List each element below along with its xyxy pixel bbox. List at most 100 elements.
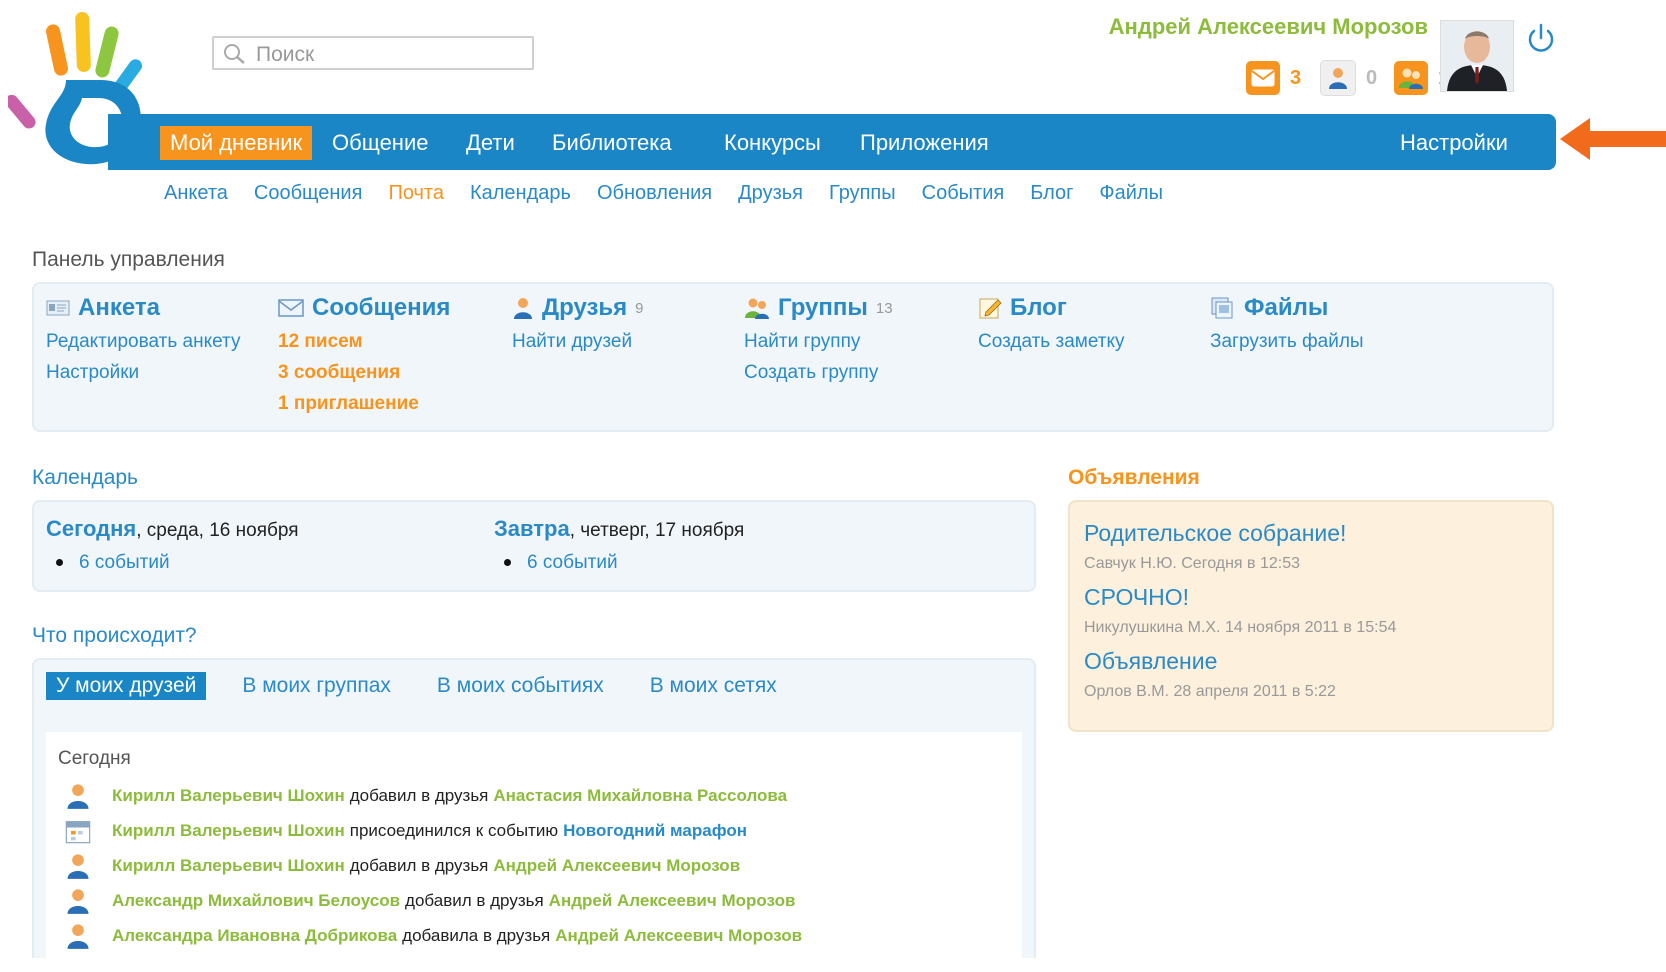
- cp-blog-column: Блог Создать заметку: [978, 294, 1125, 353]
- messages-counter[interactable]: 3: [1246, 61, 1302, 95]
- nav-my-diary[interactable]: Мой дневник: [160, 126, 313, 160]
- subnav-messages[interactable]: Сообщения: [254, 182, 363, 212]
- nav-library[interactable]: Библиотека: [542, 126, 682, 160]
- feed-action: добавила в друзья: [402, 926, 551, 945]
- subnav-mail[interactable]: Почта: [388, 182, 444, 212]
- feed-user-link[interactable]: Александра Ивановна Добрикова: [112, 926, 397, 946]
- cp-messages-heading[interactable]: Сообщения: [278, 294, 450, 322]
- feed-action: добавил в друзья: [349, 856, 489, 875]
- group-icon: [1394, 61, 1428, 95]
- envelope-icon: [278, 299, 304, 317]
- subnav-updates[interactable]: Обновления: [597, 182, 712, 212]
- feed-row: Кирилл Валерьевич Шохин присоединился к с…: [64, 817, 747, 845]
- invitations-count-link[interactable]: 1 приглашение: [278, 393, 450, 415]
- mail-icon: [1246, 61, 1280, 95]
- feed-user-link[interactable]: Кирилл Валерьевич Шохин: [112, 856, 345, 876]
- person-icon: [67, 924, 89, 949]
- nav-contests[interactable]: Конкурсы: [714, 126, 831, 160]
- feed-target-link[interactable]: Андрей Алексеевич Морозов: [555, 926, 802, 946]
- subnav-blog[interactable]: Блог: [1030, 182, 1073, 212]
- subnav-groups[interactable]: Группы: [829, 182, 896, 212]
- announcement-title-link[interactable]: Родительское собрание!: [1084, 520, 1346, 547]
- announcements-panel: Родительское собрание! Савчук Н.Ю. Сегод…: [1068, 500, 1554, 732]
- search-input[interactable]: [254, 42, 528, 68]
- announcement-title-link[interactable]: Объявление: [1084, 648, 1336, 675]
- feed-target-link[interactable]: Новогодний марафон: [563, 821, 747, 841]
- announcements-title: Объявления: [1068, 466, 1200, 489]
- feed-action: добавил в друзья: [405, 891, 544, 910]
- profile-settings-link[interactable]: Настройки: [46, 362, 240, 384]
- calendar-title[interactable]: Календарь: [32, 466, 138, 490]
- people-group-icon: [745, 298, 769, 319]
- nav-settings[interactable]: Настройки: [1390, 126, 1518, 160]
- cp-profile-heading[interactable]: Анкета: [46, 294, 240, 322]
- feed-target-link[interactable]: Анастасия Михайловна Рассолова: [493, 786, 787, 806]
- activity-feed-title: Что происходит?: [32, 624, 197, 647]
- cp-friends-column: Друзья 9 Найти друзей: [512, 294, 644, 353]
- today-link[interactable]: Сегодня: [46, 516, 136, 541]
- feed-tabs: У моих друзей В моих группах В моих собы…: [46, 672, 787, 700]
- person-icon: [514, 298, 532, 319]
- cp-blog-heading[interactable]: Блог: [978, 294, 1125, 322]
- find-group-link[interactable]: Найти группу: [744, 331, 893, 353]
- subnav-files[interactable]: Файлы: [1099, 182, 1163, 212]
- feed-target-link[interactable]: Андрей Алексеевич Морозов: [549, 891, 796, 911]
- cp-files-title: Файлы: [1244, 294, 1329, 321]
- feed-target-link[interactable]: Андрей Алексеевич Морозов: [493, 856, 740, 876]
- groups-total-count: 13: [875, 299, 893, 317]
- user-name-link[interactable]: Андрей Алексеевич Морозов: [1109, 14, 1428, 40]
- create-note-link[interactable]: Создать заметку: [978, 331, 1125, 353]
- nav-applications[interactable]: Приложения: [850, 126, 999, 160]
- feed-user-link[interactable]: Кирилл Валерьевич Шохин: [112, 786, 345, 806]
- cp-friends-title: Друзья: [542, 294, 628, 321]
- messages-count-link[interactable]: 3 сообщения: [278, 362, 450, 384]
- announcement-meta: Орлов В.М. 28 апреля 2011 в 5:22: [1084, 683, 1336, 700]
- create-group-link[interactable]: Создать группу: [744, 362, 893, 384]
- feed-action: добавил в друзья: [349, 786, 489, 805]
- power-logout-icon[interactable]: [1524, 22, 1558, 56]
- person-icon: [67, 784, 89, 809]
- profile-card-icon: [46, 300, 70, 316]
- tab-my-networks[interactable]: В моих сетях: [640, 672, 787, 700]
- announcement-item: СРОЧНО! Никулушкина М.Х. 14 ноября 2011 …: [1084, 584, 1396, 637]
- feed-day-label: Сегодня: [58, 748, 131, 769]
- nav-communication[interactable]: Общение: [322, 126, 438, 160]
- tab-my-events[interactable]: В моих событиях: [427, 672, 614, 700]
- friend-requests-counter[interactable]: 0: [1320, 60, 1377, 96]
- edit-profile-link[interactable]: Редактировать анкету: [46, 331, 240, 353]
- search-box[interactable]: [212, 36, 534, 70]
- cp-friends-heading[interactable]: Друзья 9: [512, 294, 644, 322]
- find-friends-link[interactable]: Найти друзей: [512, 331, 644, 353]
- announcement-title-link[interactable]: СРОЧНО!: [1084, 584, 1396, 611]
- activity-feed-panel: У моих друзей В моих группах В моих собы…: [32, 658, 1036, 972]
- feed-user-link[interactable]: Александр Михайлович Белоусов: [112, 891, 400, 911]
- announcement-item: Объявление Орлов В.М. 28 апреля 2011 в 5…: [1084, 648, 1336, 701]
- messages-count: 3: [1290, 66, 1302, 89]
- feed-list: Сегодня Кирилл Валерьевич Шохин добавил в…: [46, 732, 1022, 972]
- announcement-item: Родительское собрание! Савчук Н.Ю. Сегод…: [1084, 520, 1346, 573]
- files-icon: [1211, 297, 1233, 319]
- cp-files-heading[interactable]: Файлы: [1210, 294, 1364, 322]
- cp-groups-heading[interactable]: Группы 13: [744, 294, 893, 322]
- friend-request-icon: [1320, 60, 1356, 96]
- subnav-events[interactable]: События: [922, 182, 1005, 212]
- calendar-panel: Сегодня, среда, 16 ноября 6 событий Завт…: [32, 500, 1036, 592]
- nav-children[interactable]: Дети: [456, 126, 525, 160]
- subnav-friends[interactable]: Друзья: [738, 182, 803, 212]
- tomorrow-link[interactable]: Завтра: [494, 516, 570, 541]
- avatar[interactable]: [1440, 20, 1514, 92]
- subnav-profile[interactable]: Анкета: [164, 182, 228, 212]
- upload-files-link[interactable]: Загрузить файлы: [1210, 331, 1364, 353]
- today-events-link[interactable]: 6 событий: [79, 552, 170, 573]
- subnav-calendar[interactable]: Календарь: [470, 182, 571, 212]
- sub-navigation: Анкета Сообщения Почта Календарь Обновле…: [164, 182, 1163, 212]
- tab-my-friends[interactable]: У моих друзей: [46, 672, 207, 700]
- tomorrow-events-link[interactable]: 6 событий: [527, 552, 618, 573]
- cp-files-column: Файлы Загрузить файлы: [1210, 294, 1364, 353]
- cp-groups-title: Группы: [778, 294, 868, 321]
- feed-row: Александра Ивановна Добрикова добавила в …: [64, 922, 802, 950]
- feed-user-link[interactable]: Кирилл Валерьевич Шохин: [112, 821, 345, 841]
- tab-my-groups[interactable]: В моих группах: [232, 672, 401, 700]
- feed-action: присоединился к событию: [349, 821, 559, 840]
- letters-count-link[interactable]: 12 писем: [278, 331, 450, 353]
